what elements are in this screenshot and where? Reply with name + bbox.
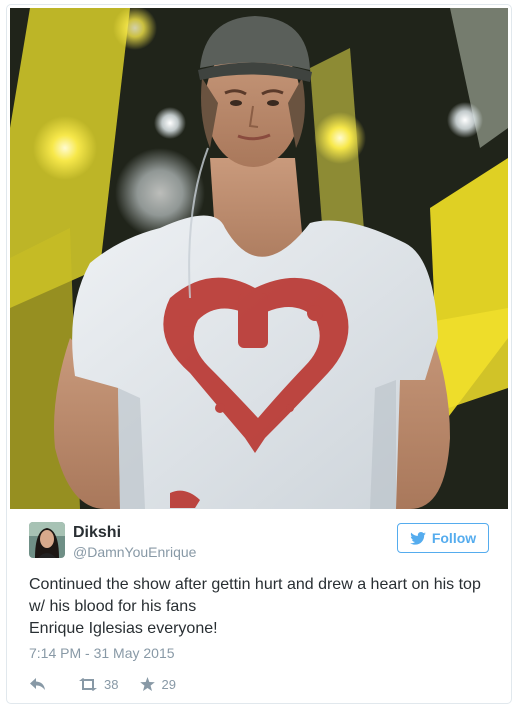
tweet-text-line: w/ his blood for his fans xyxy=(29,598,197,615)
star-icon xyxy=(140,677,156,691)
retweet-button[interactable]: 38 xyxy=(78,677,118,692)
favorite-count: 29 xyxy=(161,676,176,692)
follow-button[interactable]: Follow xyxy=(397,523,489,553)
retweet-count: 38 xyxy=(104,676,119,692)
tweet-text-line: Continued the show after gettin hurt and… xyxy=(29,576,481,593)
follow-label: Follow xyxy=(431,530,477,546)
reply-button[interactable] xyxy=(29,677,46,691)
avatar[interactable] xyxy=(29,522,65,558)
tweet-timestamp[interactable]: 7:14 PM - 31 May 2015 xyxy=(29,645,175,661)
favorite-button[interactable]: 29 xyxy=(140,676,176,692)
tweet-actions: 38 29 xyxy=(29,675,176,693)
embedded-tweet-card: Dikshi @DamnYouEnrique Follow Continued … xyxy=(6,4,512,704)
concert-photo-illustration xyxy=(10,8,508,509)
reply-icon xyxy=(30,678,45,690)
author-name[interactable]: Dikshi xyxy=(73,524,121,542)
twitter-bird-icon xyxy=(410,531,426,545)
retweet-icon xyxy=(79,677,97,691)
tweet-text-line: Enrique Iglesias everyone! xyxy=(29,620,218,637)
tweet-text: Continued the show after gettin hurt and… xyxy=(29,574,499,640)
author-handle[interactable]: @DamnYouEnrique xyxy=(73,544,196,560)
avatar-image xyxy=(29,522,65,558)
tweet-photo[interactable] xyxy=(10,8,508,509)
